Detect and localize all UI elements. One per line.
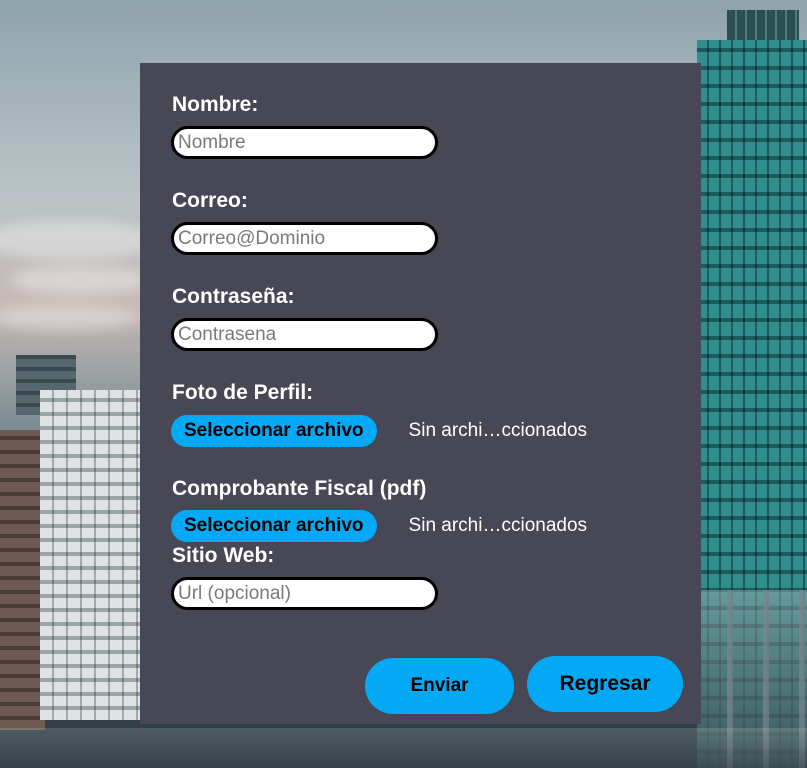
contrasena-label: Contraseña: [172, 285, 295, 308]
sitio-web-input[interactable] [171, 577, 438, 610]
railing [0, 728, 807, 768]
building [40, 390, 140, 720]
foto-perfil-file-picker: Seleccionar archivo Sin archi…ccionados [171, 414, 587, 447]
foto-perfil-status: Sin archi…ccionados [408, 419, 588, 441]
nombre-input[interactable] [171, 126, 438, 159]
contrasena-input[interactable] [171, 318, 438, 351]
foto-perfil-label: Foto de Perfil: [172, 381, 314, 404]
foto-perfil-select-button[interactable]: Seleccionar archivo [171, 414, 377, 447]
comprobante-fiscal-label: Comprobante Fiscal (pdf) [172, 477, 427, 500]
nombre-label: Nombre: [172, 93, 259, 116]
cloud [0, 305, 140, 330]
registration-form: Nombre: Correo: Contraseña: Foto de Perf… [140, 63, 701, 724]
comprobante-fiscal-file-picker: Seleccionar archivo Sin archi…ccionados [171, 509, 587, 542]
sitio-web-label: Sitio Web: [172, 544, 275, 567]
building [0, 430, 45, 730]
comprobante-fiscal-status: Sin archi…ccionados [408, 514, 588, 536]
correo-label: Correo: [172, 189, 248, 212]
comprobante-fiscal-select-button[interactable]: Seleccionar archivo [171, 509, 377, 542]
cloud [0, 220, 160, 260]
correo-input[interactable] [171, 222, 438, 255]
enviar-button[interactable]: Enviar [365, 658, 514, 714]
cloud [10, 265, 150, 295]
regresar-button[interactable]: Regresar [527, 656, 683, 712]
